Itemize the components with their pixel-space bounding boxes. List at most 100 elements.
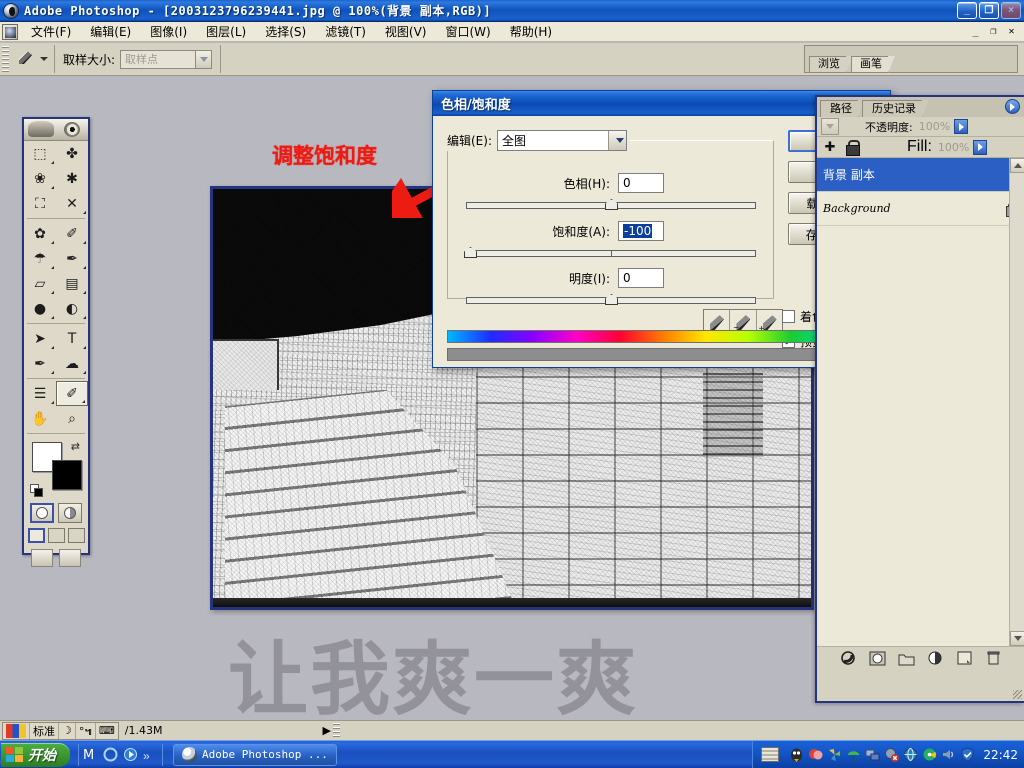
antivirus-icon[interactable] (884, 747, 899, 762)
toolbox-banner[interactable] (24, 119, 88, 141)
new-adjustment-layer-button[interactable] (927, 651, 944, 666)
fullscreen-mode-button[interactable] (68, 528, 85, 543)
tool-path-selection[interactable]: ➤ (24, 326, 56, 351)
tool-blur[interactable]: ● (24, 296, 56, 321)
media-disc-icon[interactable] (922, 747, 937, 762)
tool-brush[interactable]: ✐ (56, 221, 88, 246)
opacity-stepper[interactable] (954, 119, 968, 134)
qq-couple-icon[interactable] (808, 747, 823, 762)
tool-eyedropper[interactable]: ✐ (56, 381, 88, 406)
taskbar-button-photoshop[interactable]: Adobe Photoshop ... (173, 744, 337, 766)
tool-lasso[interactable]: ❀ (24, 166, 56, 191)
volume-icon[interactable] (941, 747, 956, 762)
palette-resize-handle[interactable] (1013, 690, 1022, 699)
menu-image[interactable]: 图像(I) (141, 21, 196, 42)
document-restore-button[interactable]: ❐ (986, 25, 1001, 39)
tool-zoom[interactable]: ⌕ (56, 406, 88, 431)
chevron-down-icon[interactable] (195, 51, 211, 68)
menu-layer[interactable]: 图层(L) (197, 21, 255, 42)
current-tool-chip[interactable] (13, 45, 55, 73)
tool-history-brush[interactable]: ✒ (56, 246, 88, 271)
tool-custom-shape[interactable]: ☁ (56, 351, 88, 376)
tool-type[interactable]: T (56, 326, 88, 351)
tool-slice[interactable]: ✕ (56, 191, 88, 216)
default-colors-icon[interactable] (30, 484, 42, 496)
menu-view[interactable]: 视图(V) (376, 21, 436, 42)
media-player-icon[interactable] (123, 747, 138, 762)
saturation-slider[interactable] (466, 247, 756, 259)
clock[interactable]: 22:42 (983, 748, 1018, 762)
menu-window[interactable]: 窗口(W) (436, 21, 499, 42)
menu-edit[interactable]: 编辑(E) (81, 21, 140, 42)
layers-scrollbar[interactable] (1009, 158, 1024, 646)
pinwheel-icon[interactable] (827, 747, 842, 762)
globe-icon[interactable] (903, 747, 918, 762)
minimize-button[interactable]: _ (957, 2, 977, 19)
jump-to-imageready-icon[interactable] (31, 549, 53, 567)
saturation-input[interactable]: -100 (618, 221, 664, 241)
start-button[interactable]: 开始 (1, 743, 70, 767)
options-bar-grip[interactable] (2, 46, 9, 72)
document-minimize-button[interactable]: _ (968, 25, 983, 39)
sample-size-select[interactable]: 取样点 (120, 50, 212, 69)
umbrella-icon[interactable] (846, 747, 861, 762)
fill-stepper[interactable] (973, 140, 987, 155)
palette-tab-paths[interactable]: 路径 (820, 100, 859, 117)
palette-tab-brushes[interactable]: 画笔 (851, 56, 889, 72)
tool-hand[interactable]: ✋ (24, 406, 56, 431)
menu-file[interactable]: 文件(F) (22, 21, 80, 42)
lightness-slider[interactable] (466, 294, 756, 306)
tool-dodge[interactable]: ◐ (56, 296, 88, 321)
show-more-icon[interactable]: » (143, 747, 158, 762)
msn-messenger-icon[interactable]: M (83, 747, 98, 762)
lightness-slider-thumb[interactable] (605, 294, 618, 305)
ime-moon-icon[interactable]: ☽ (59, 723, 76, 739)
ime-logo-icon[interactable] (3, 723, 30, 739)
tool-magic-wand[interactable]: ✱ (56, 166, 88, 191)
fill-value[interactable]: 100% (938, 141, 969, 154)
background-color-swatch[interactable] (52, 460, 82, 490)
menu-filter[interactable]: 滤镜(T) (316, 21, 375, 42)
status-more-arrow-icon[interactable]: ▶ (323, 724, 331, 737)
swap-colors-icon[interactable]: ⇄ (71, 440, 80, 453)
delete-layer-button[interactable] (985, 651, 1002, 666)
hue-slider[interactable] (466, 199, 756, 211)
edit-channel-select[interactable]: 全图 (497, 130, 627, 151)
tool-healing-brush[interactable]: ✿ (24, 221, 56, 246)
scroll-down-button[interactable] (1010, 631, 1024, 646)
tool-notes[interactable]: ☰ (24, 381, 56, 406)
palette-tab-browse[interactable]: 浏览 (809, 56, 847, 72)
standard-screen-mode-button[interactable] (28, 528, 45, 543)
lock-position-icon[interactable]: ✚ (823, 140, 837, 154)
palette-menu-icon[interactable] (1005, 99, 1020, 114)
chevron-down-icon[interactable] (40, 57, 48, 61)
qq-icon[interactable] (789, 747, 804, 762)
lock-all-icon[interactable] (845, 140, 859, 155)
blend-mode-select[interactable] (821, 118, 839, 135)
layer-row-background-copy[interactable]: 背景 副本 (817, 158, 1024, 192)
tool-pen[interactable]: ✒ (24, 351, 56, 376)
tool-clone-stamp[interactable]: ☂ (24, 246, 56, 271)
jump-to-browser-icon[interactable] (59, 549, 81, 567)
fullscreen-menubar-mode-button[interactable] (48, 528, 65, 543)
colorize-checkbox[interactable] (782, 310, 795, 323)
palette-tab-history[interactable]: 历史记录 (862, 100, 923, 117)
layer-style-button[interactable] (840, 651, 857, 666)
tool-move[interactable]: ✤ (56, 141, 88, 166)
internet-explorer-icon[interactable] (103, 747, 118, 762)
menu-help[interactable]: 帮助(H) (501, 21, 561, 42)
hue-input[interactable]: 0 (618, 173, 664, 193)
chevron-down-icon[interactable] (608, 131, 626, 150)
security-shield-icon[interactable] (960, 747, 975, 762)
tool-gradient[interactable]: ▤ (56, 271, 88, 296)
ime-mode-label[interactable]: 标准 (30, 723, 59, 739)
new-layer-button[interactable] (956, 651, 973, 666)
document-close-button[interactable]: ✕ (1004, 25, 1019, 39)
tray-ime-icon[interactable] (761, 747, 779, 762)
maximize-button[interactable]: ❐ (979, 2, 999, 19)
hue-slider-thumb[interactable] (605, 199, 618, 210)
tool-eraser[interactable]: ▱ (24, 271, 56, 296)
standard-mode-button[interactable] (30, 503, 54, 523)
lightness-input[interactable]: 0 (618, 268, 664, 288)
close-button[interactable]: × (1001, 2, 1021, 19)
